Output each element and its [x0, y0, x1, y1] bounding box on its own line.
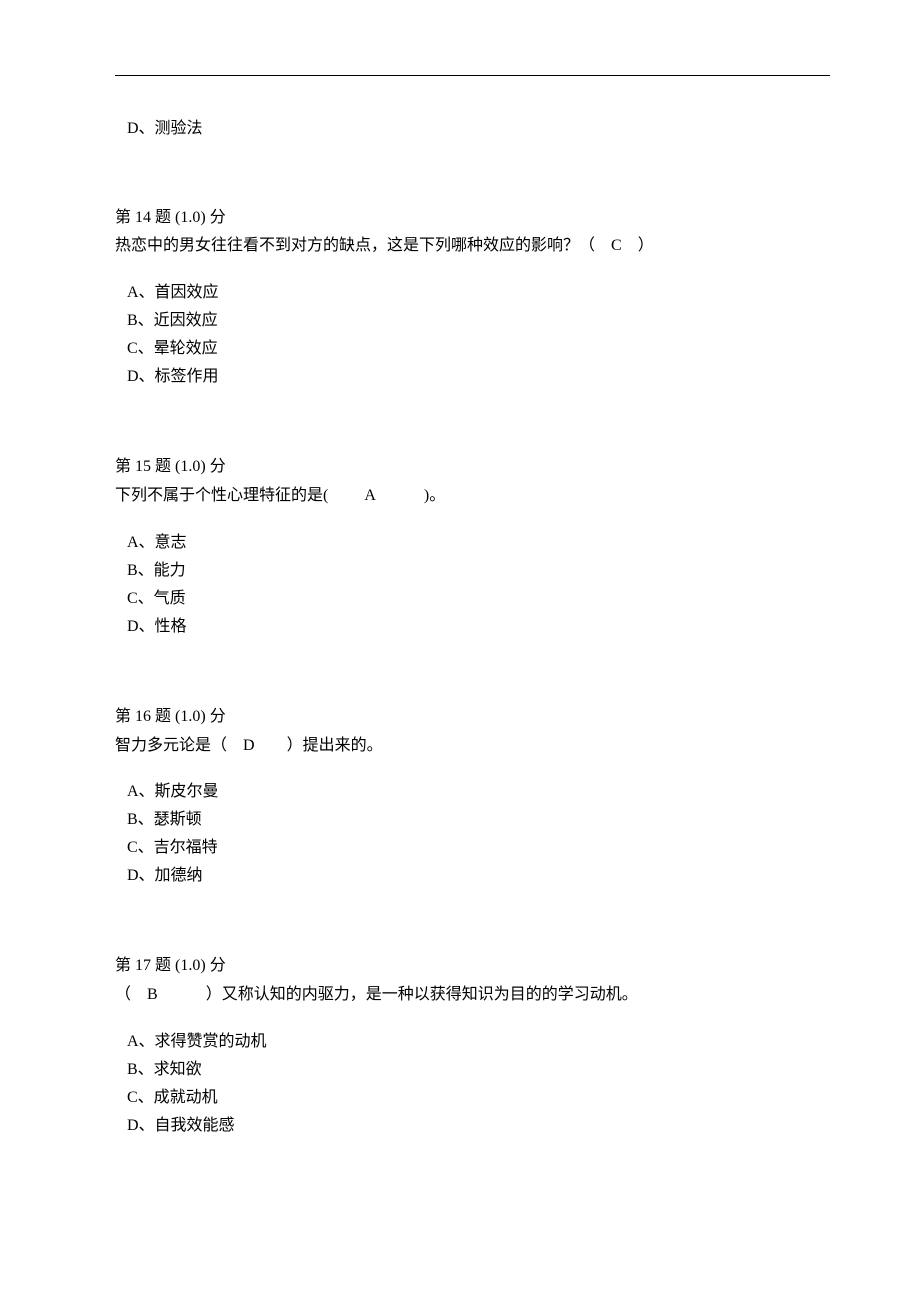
- question-points: (1.0): [175, 957, 206, 974]
- header-prefix: 第: [115, 708, 135, 725]
- question-text: 下列不属于个性心理特征的是( A )。: [115, 482, 830, 511]
- header-suffix: 题: [151, 209, 175, 226]
- option-a: A、求得赞赏的动机: [127, 1028, 830, 1056]
- text-after: )。: [376, 487, 445, 504]
- question-header: 第 15 题 (1.0) 分: [115, 453, 830, 482]
- text-after: ）又称认知的内驱力，是一种以获得知识为目的的学习动机。: [158, 986, 638, 1003]
- text-before: 下列不属于个性心理特征的是(: [115, 487, 364, 504]
- option-a: A、意志: [127, 529, 830, 557]
- option-b: B、近因效应: [127, 307, 830, 335]
- header-prefix: 第: [115, 458, 135, 475]
- option-b: B、能力: [127, 557, 830, 585]
- header-suffix: 题: [151, 458, 175, 475]
- question-points: (1.0): [175, 458, 206, 475]
- answer-letter: C: [611, 237, 622, 254]
- text-after: ）: [622, 237, 654, 254]
- text-before: 热恋中的男女往往看不到对方的缺点，这是下列哪种效应的影响？（: [115, 237, 611, 254]
- text-after: ）提出来的。: [255, 737, 383, 754]
- answer-letter: B: [147, 986, 158, 1003]
- answer-letter: D: [243, 737, 255, 754]
- text-before: 智力多元论是（: [115, 737, 243, 754]
- options-list: A、斯皮尔曼 B、瑟斯顿 C、吉尔福特 D、加德纳: [127, 778, 830, 890]
- options-list: A、意志 B、能力 C、气质 D、性格: [127, 529, 830, 641]
- question-points: (1.0): [175, 209, 206, 226]
- header-suffix: 题: [151, 957, 175, 974]
- option-d: D、自我效能感: [127, 1112, 830, 1140]
- option-d: D、性格: [127, 613, 830, 641]
- continued-option: D、测验法: [127, 116, 830, 142]
- question-header: 第 17 题 (1.0) 分: [115, 952, 830, 981]
- options-list: A、求得赞赏的动机 B、求知欲 C、成就动机 D、自我效能感: [127, 1028, 830, 1140]
- question-17: 第 17 题 (1.0) 分 （ B ）又称认知的内驱力，是一种以获得知识为目的…: [115, 952, 830, 1140]
- answer-letter: A: [364, 487, 376, 504]
- option-d: D、标签作用: [127, 363, 830, 391]
- question-text: 热恋中的男女往往看不到对方的缺点，这是下列哪种效应的影响？（ C ）: [115, 232, 830, 261]
- option-a: A、首因效应: [127, 279, 830, 307]
- question-points: (1.0): [175, 708, 206, 725]
- question-14: 第 14 题 (1.0) 分 热恋中的男女往往看不到对方的缺点，这是下列哪种效应…: [115, 204, 830, 392]
- question-text: 智力多元论是（ D ）提出来的。: [115, 732, 830, 761]
- header-prefix: 第: [115, 957, 135, 974]
- page-content: D、测验法 第 14 题 (1.0) 分 热恋中的男女往往看不到对方的缺点，这是…: [0, 0, 920, 1140]
- option-c: C、晕轮效应: [127, 335, 830, 363]
- question-header: 第 16 题 (1.0) 分: [115, 703, 830, 732]
- question-number: 15: [135, 458, 151, 475]
- option-c: C、吉尔福特: [127, 834, 830, 862]
- text-before: （: [115, 986, 147, 1003]
- question-header: 第 14 题 (1.0) 分: [115, 204, 830, 233]
- header-prefix: 第: [115, 209, 135, 226]
- points-unit: 分: [206, 458, 226, 475]
- option-a: A、斯皮尔曼: [127, 778, 830, 806]
- option-c: C、成就动机: [127, 1084, 830, 1112]
- options-list: A、首因效应 B、近因效应 C、晕轮效应 D、标签作用: [127, 279, 830, 391]
- points-unit: 分: [206, 708, 226, 725]
- header-divider: [115, 75, 830, 76]
- question-text: （ B ）又称认知的内驱力，是一种以获得知识为目的的学习动机。: [115, 981, 830, 1010]
- points-unit: 分: [206, 209, 226, 226]
- option-d: D、加德纳: [127, 862, 830, 890]
- points-unit: 分: [206, 957, 226, 974]
- question-number: 16: [135, 708, 151, 725]
- header-suffix: 题: [151, 708, 175, 725]
- question-number: 14: [135, 209, 151, 226]
- option-c: C、气质: [127, 585, 830, 613]
- question-number: 17: [135, 957, 151, 974]
- option-b: B、瑟斯顿: [127, 806, 830, 834]
- question-15: 第 15 题 (1.0) 分 下列不属于个性心理特征的是( A )。 A、意志 …: [115, 453, 830, 641]
- question-16: 第 16 题 (1.0) 分 智力多元论是（ D ）提出来的。 A、斯皮尔曼 B…: [115, 703, 830, 891]
- option-b: B、求知欲: [127, 1056, 830, 1084]
